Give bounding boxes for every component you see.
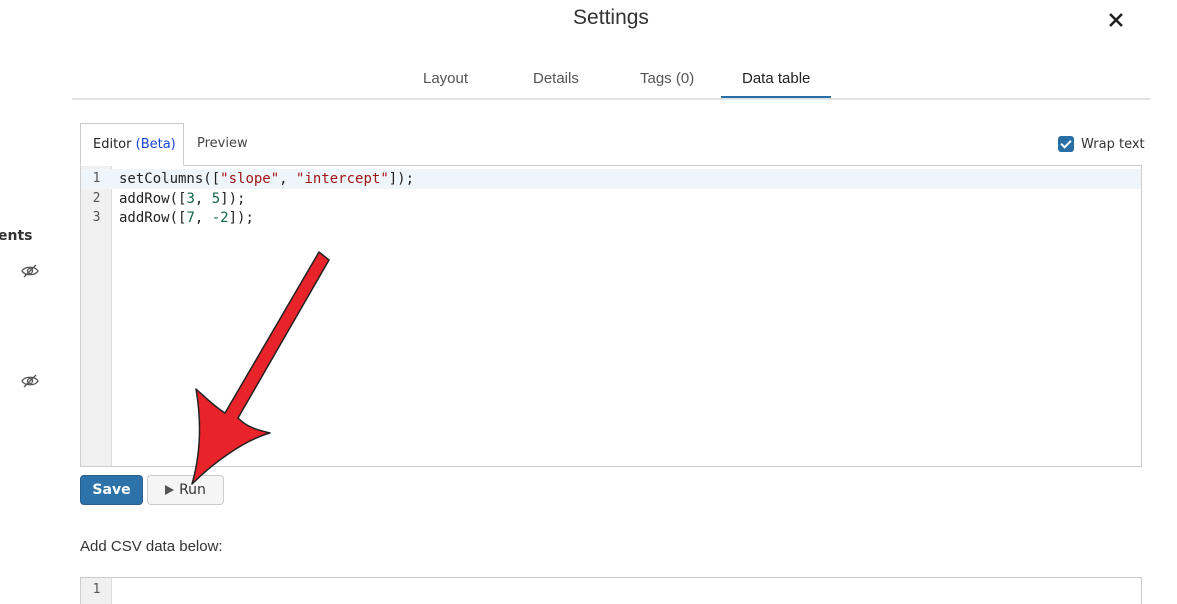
close-icon[interactable] — [1106, 10, 1126, 30]
line-number: 1 — [92, 171, 101, 186]
code-editor[interactable]: 1 setColumns(["slope", "intercept"]); 2 … — [80, 165, 1142, 467]
play-icon — [165, 485, 175, 495]
code-text: addRow([3, 5]); — [119, 191, 246, 207]
line-number: 3 — [92, 210, 101, 225]
csv-editor[interactable]: 1 — [80, 577, 1142, 604]
wrap-text-toggle[interactable]: Wrap text — [1058, 136, 1145, 152]
settings-tabs: Layout Details Tags (0) Data table — [72, 60, 1150, 100]
code-text: setColumns(["slope", "intercept"]); — [119, 171, 415, 187]
run-button-label: Run — [179, 482, 206, 498]
line-number: 1 — [92, 582, 101, 597]
sidebar-partial-label: ents — [0, 228, 33, 244]
tab-layout[interactable]: Layout — [423, 70, 468, 87]
dialog-title: Settings — [573, 6, 649, 29]
code-line[interactable]: 2 addRow([3, 5]); — [81, 189, 1141, 209]
line-number: 2 — [92, 191, 101, 206]
tab-preview[interactable]: Preview — [197, 123, 248, 166]
csv-label: Add CSV data below: — [80, 538, 223, 555]
tab-details[interactable]: Details — [533, 70, 579, 87]
tab-editor-label: Editor — [93, 137, 132, 152]
code-text: addRow([7, -2]); — [119, 210, 254, 226]
tab-editor[interactable]: Editor (Beta) — [80, 123, 184, 166]
beta-badge: (Beta) — [135, 137, 176, 152]
run-button[interactable]: Run — [147, 475, 224, 505]
eye-slash-icon[interactable] — [21, 374, 39, 388]
save-button[interactable]: Save — [80, 475, 143, 505]
tab-tags[interactable]: Tags (0) — [640, 70, 694, 87]
tab-data-table[interactable]: Data table — [742, 70, 810, 87]
active-tab-indicator — [721, 96, 831, 98]
wrap-text-checkbox[interactable] — [1058, 136, 1074, 152]
code-line[interactable]: 3 addRow([7, -2]); — [81, 208, 1141, 228]
eye-slash-icon[interactable] — [21, 264, 39, 278]
wrap-text-label: Wrap text — [1081, 136, 1145, 152]
code-line[interactable]: 1 setColumns(["slope", "intercept"]); — [81, 169, 1141, 189]
